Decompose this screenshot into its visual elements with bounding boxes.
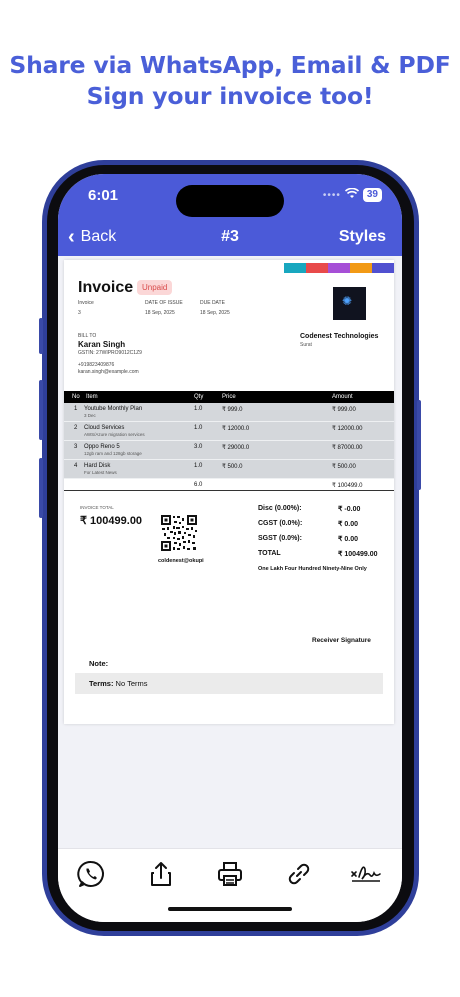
swatch-red[interactable]: [306, 263, 328, 273]
bill-to-label: BILL TO: [78, 333, 97, 339]
items-table: No Item Qty Price Amount 1 Youtube Month…: [64, 391, 394, 491]
bill-to: BILL TO Karan Singh GSTIN: 27WIPRO9012C1…: [78, 333, 142, 376]
terms-box: Terms: No Terms: [75, 673, 383, 694]
cgst-label: CGST (0.0%):: [258, 520, 303, 527]
amount-in-words: One Lakh Four Hundred Ninety-Nine Only: [258, 566, 367, 572]
total-qty: 6.0: [194, 482, 203, 488]
signal-icon: ••••: [322, 189, 341, 201]
invoice-number: Invoice 3: [78, 300, 94, 316]
client-phone: +919823409876: [78, 362, 115, 368]
phone-button: [39, 318, 43, 354]
styles-button[interactable]: Styles: [339, 228, 386, 246]
table-total-row: 6.0 ₹ 100499.0: [64, 479, 394, 491]
cgst-value: ₹ 0.00: [338, 521, 359, 528]
client-name: Karan Singh: [78, 340, 126, 349]
table-row: 2 Cloud Services AWS/Azure migration serv…: [64, 422, 394, 441]
disc-label: Disc (0.00%):: [258, 505, 302, 512]
invoice-total-label: INVOICE TOTAL: [80, 505, 114, 510]
battery-icon: 39: [362, 188, 382, 202]
link-icon[interactable]: [284, 859, 314, 889]
company-logo: ✺: [333, 287, 366, 320]
sgst-value: ₹ 0.00: [338, 536, 359, 543]
company-name: Codenest Technologies: [300, 333, 379, 340]
client-email: karan.singh@example.com: [78, 369, 139, 375]
logo-icon: ✺: [342, 294, 353, 308]
company-info: Codenest Technologies Surat: [300, 333, 378, 348]
print-icon[interactable]: [215, 859, 245, 889]
note-label: Note:: [89, 659, 109, 668]
company-city: Surat: [300, 342, 312, 348]
whatsapp-icon[interactable]: [76, 859, 106, 889]
upi-qr-code: [160, 514, 198, 552]
bottom-toolbar: [58, 848, 402, 922]
table-header: No Item Qty Price Amount: [64, 391, 394, 403]
nav-bar: ‹ Back #3 Styles: [58, 220, 402, 256]
wifi-icon: [344, 187, 359, 202]
invoice-document: Invoice Unpaid Invoice 3 DATE OF ISSUE 1…: [64, 260, 394, 724]
promo-line-1: Share via WhatsApp, Email & PDF: [9, 51, 451, 79]
table-row: 3 Oppo Reno 5 12gb ram and 128gb storage …: [64, 441, 394, 460]
invoice-heading: Invoice: [78, 279, 134, 296]
swatch-orange[interactable]: [350, 263, 372, 273]
promo-headline: Share via WhatsApp, Email & PDF Sign you…: [0, 50, 460, 112]
status-icons: •••• 39: [322, 187, 382, 202]
total-value: ₹ 100499.00: [338, 551, 378, 558]
total-label: TOTAL: [258, 550, 281, 557]
phone-button: [39, 380, 43, 440]
home-indicator[interactable]: [168, 907, 292, 911]
disc-value: ₹ -0.00: [338, 506, 361, 513]
sgst-label: SGST (0.0%):: [258, 535, 302, 542]
client-gstin: GSTIN: 27WIPRO9012C1Z9: [78, 350, 142, 356]
invoice-preview[interactable]: Invoice Unpaid Invoice 3 DATE OF ISSUE 1…: [58, 256, 402, 848]
phone-screen: 6:01 •••• 39 ‹ Back #3 Styles Invoice Un…: [58, 174, 402, 922]
share-icon[interactable]: [146, 859, 176, 889]
promo-line-2: Sign your invoice too!: [86, 82, 374, 110]
swatch-indigo[interactable]: [372, 263, 394, 273]
issue-date: DATE OF ISSUE 18 Sep, 2025: [145, 300, 183, 316]
total-amount: ₹ 100499.0: [332, 483, 363, 489]
phone-button: [39, 458, 43, 518]
phone-button: [417, 400, 421, 490]
swatch-purple[interactable]: [328, 263, 350, 273]
receiver-signature: Receiver Signature: [312, 637, 371, 644]
due-date: DUE DATE 18 Sep, 2025: [200, 300, 230, 316]
status-badge: Unpaid: [137, 280, 173, 295]
qr-code-icon: [160, 514, 198, 552]
table-row: 1 Youtube Monthly Plan 3 Dec 1.0 ₹ 999.0 …: [64, 403, 394, 422]
swatch-teal[interactable]: [284, 263, 306, 273]
invoice-total: ₹ 100499.00: [80, 515, 143, 527]
color-swatches: [284, 263, 394, 273]
status-bar: 6:01 •••• 39: [58, 174, 402, 220]
terms-value: No Terms: [115, 679, 148, 688]
signature-icon[interactable]: [350, 859, 381, 889]
table-row: 4 Hard Disk For Latest News 1.0 ₹ 500.0 ₹…: [64, 460, 394, 479]
upi-id: coldenest@okupi: [158, 558, 204, 564]
status-time: 6:01: [88, 187, 119, 204]
dynamic-island: [176, 185, 284, 217]
terms-label: Terms:: [89, 679, 114, 688]
